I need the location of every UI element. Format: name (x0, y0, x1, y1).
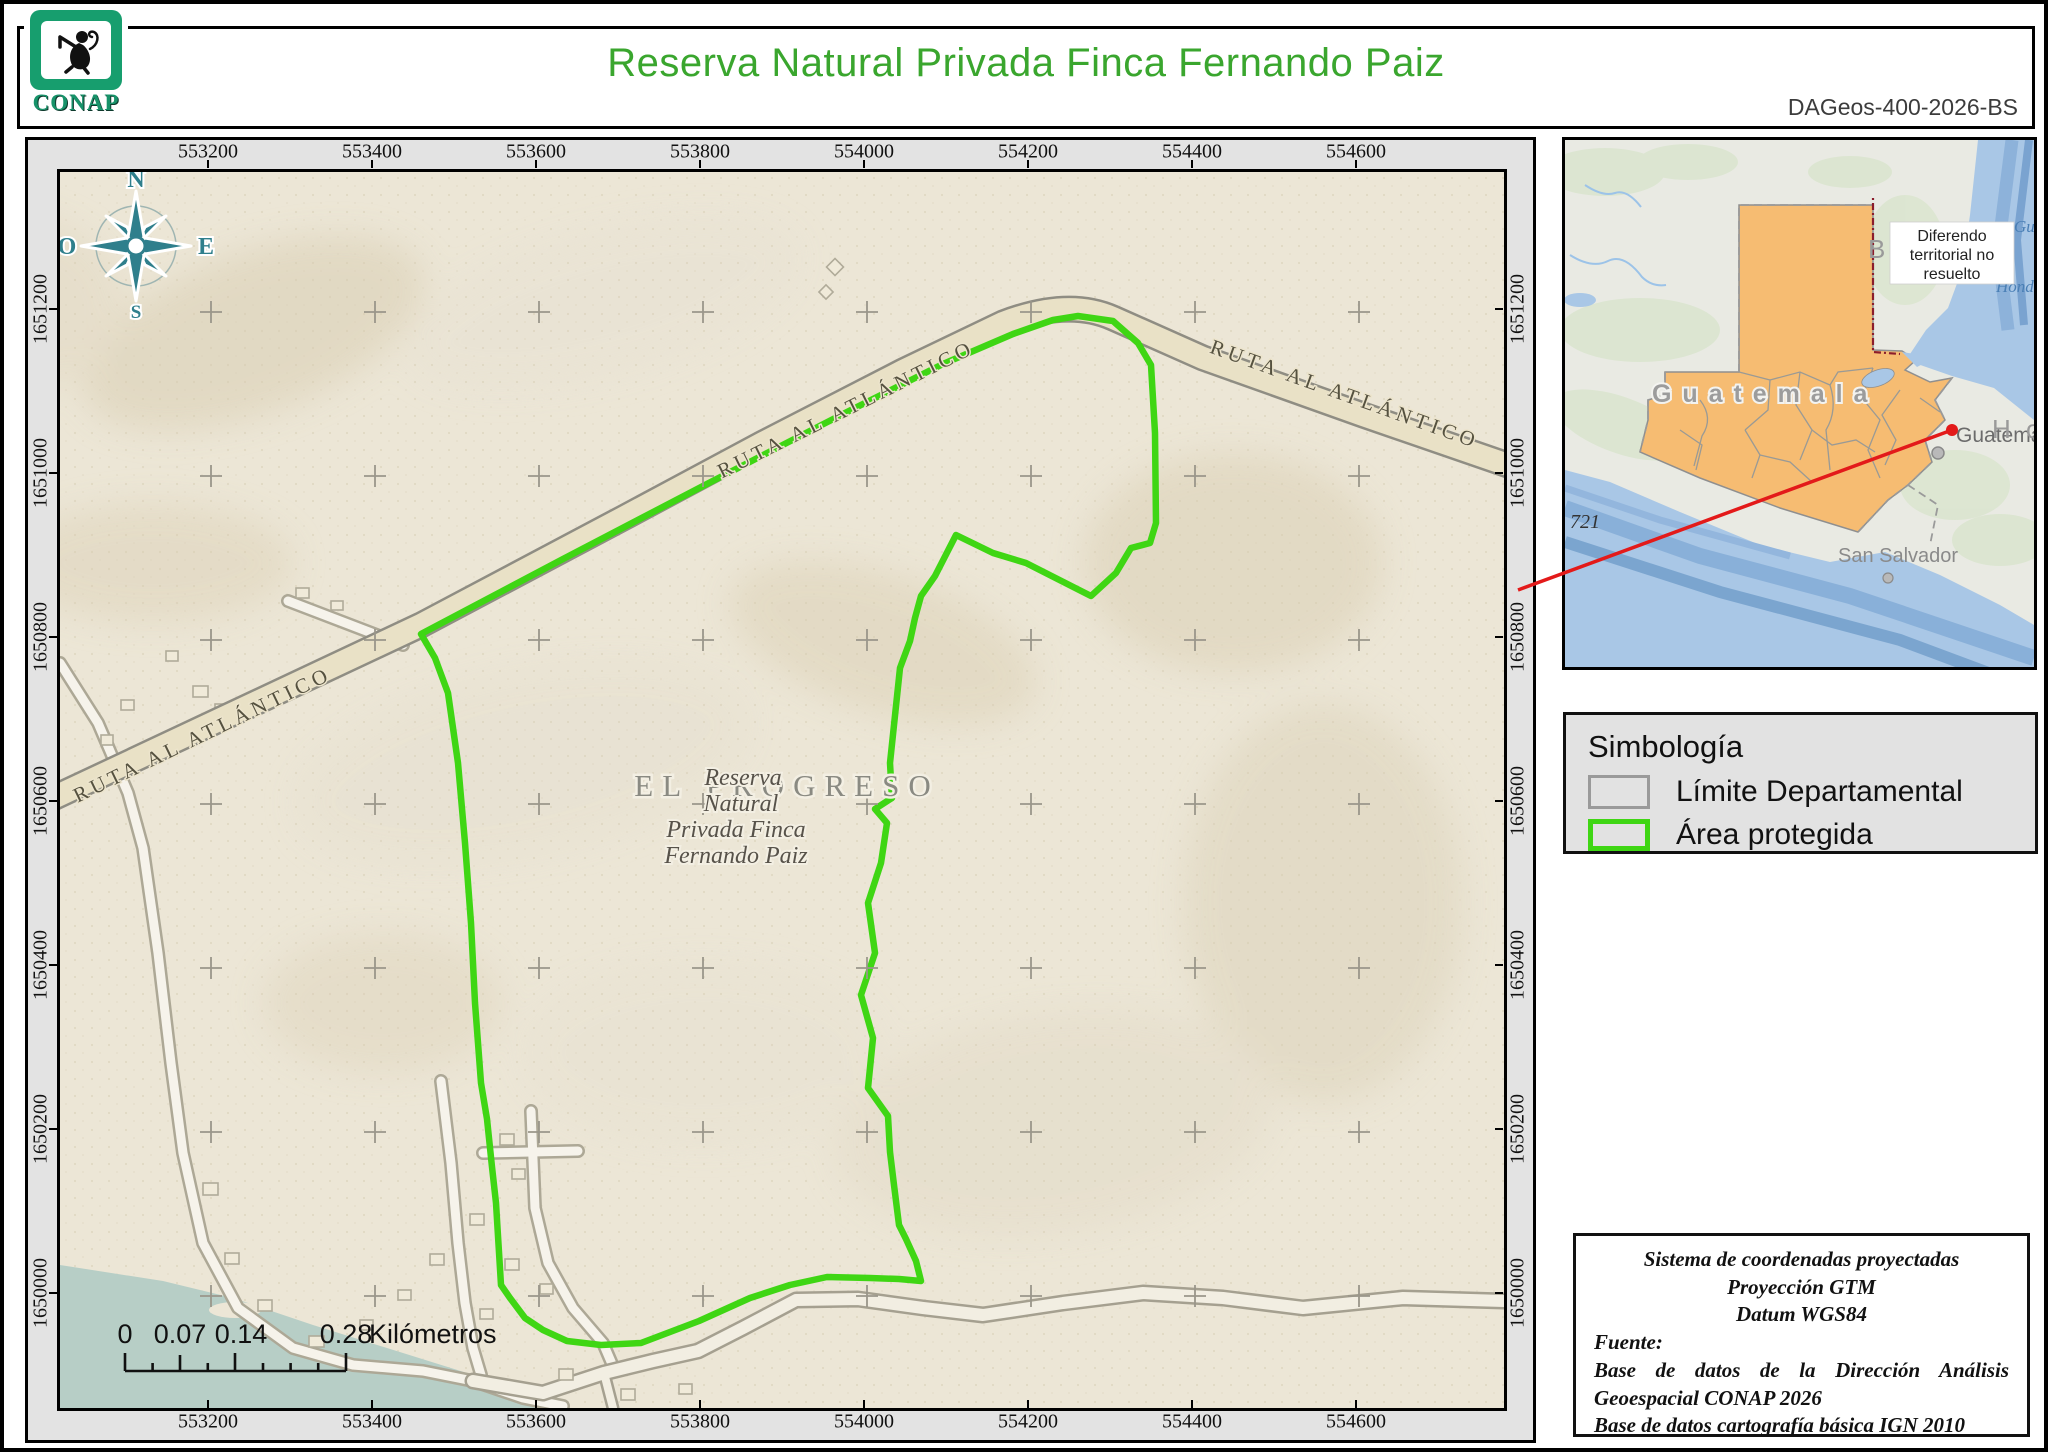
axis-tick (1027, 1400, 1029, 1408)
axis-tick (1191, 1400, 1193, 1408)
axis-tick-label: 553600 (506, 1410, 566, 1433)
sheet-code: DAGeos-400-2026-BS (1787, 94, 2018, 120)
fuente-label: Fuente: (1594, 1330, 1663, 1355)
axis-tick (1495, 636, 1503, 638)
axis-tick-label: 1651000 (1506, 438, 1529, 508)
axis-tick-label: 1650800 (1506, 602, 1529, 672)
crs-line1: Sistema de coordenadas proyectadas (1643, 1247, 1960, 1271)
axis-tick (699, 160, 701, 168)
axis-tick-label: 1650400 (1506, 930, 1529, 1000)
conap-logo-label: CONAP (32, 90, 120, 115)
compass-o: O (60, 234, 76, 260)
dept-boundary-swatch (1588, 775, 1650, 809)
axis-tick-label: 1651200 (1506, 274, 1529, 344)
legend-title: Simbología (1588, 729, 1744, 764)
monkey-icon (30, 10, 122, 90)
axis-tick-label: 553400 (342, 1410, 402, 1433)
axis-tick (1495, 1292, 1503, 1294)
page-title: Reserva Natural Privada Finca Fernando P… (607, 41, 1445, 85)
axis-tick (49, 964, 57, 966)
axis-tick-label: 553200 (178, 1410, 238, 1433)
map-sheet: Reserva Natural Privada Finca Fernando P… (0, 0, 2048, 1452)
conap-logo: CONAP (24, 10, 128, 122)
axis-tick-label: 554000 (834, 1410, 894, 1433)
legend-item-label: Límite Departamental (1676, 775, 1963, 808)
axis-tick (371, 1400, 373, 1408)
callout-line2: territorial no (1910, 247, 1995, 264)
axis-tick-label: 553800 (670, 1410, 730, 1433)
inset-city-dot (1931, 446, 1945, 460)
axis-tick (207, 160, 209, 168)
scale-007: 0.07 (154, 1319, 207, 1349)
inset-callout: Diferendo territorial no resuelto (1889, 221, 2015, 285)
inset-sea-label-1: Gu (2014, 217, 2034, 236)
legend-item-area: Área protegida (1588, 818, 2035, 852)
axis-tick-label: 554600 (1326, 1410, 1386, 1433)
axis-tick (49, 800, 57, 802)
crs-line2: Proyección GTM (1727, 1274, 1876, 1299)
axis-tick (371, 160, 373, 168)
main-map-frame: 0 0.07 0.14 0.28 Kilómetros EL PROGRESO … (25, 137, 1536, 1443)
axis-tick (49, 636, 57, 638)
protected-area-swatch (1588, 819, 1650, 851)
axis-tick (535, 160, 537, 168)
compass-s: S (131, 302, 142, 323)
axis-tick (863, 160, 865, 168)
header: Reserva Natural Privada Finca Fernando P… (17, 26, 2035, 129)
info-box: Sistema de coordenadas proyectadas Proye… (1573, 1233, 2030, 1437)
axis-tick (1495, 964, 1503, 966)
axis-tick (1355, 160, 1357, 168)
axis-tick (1355, 1400, 1357, 1408)
source-line1: Base de datos de la Dirección Análisis G… (1594, 1357, 2009, 1410)
main-map-canvas: 0 0.07 0.14 0.28 Kilómetros EL PROGRESO … (60, 172, 1504, 1408)
scale-028: 0.28 (320, 1319, 373, 1349)
compass-e: E (198, 234, 214, 260)
inset-depth-label: 721 (1570, 511, 1600, 533)
axis-tick (1027, 160, 1029, 168)
legend: Simbología Límite Departamental Área pro… (1563, 712, 2038, 854)
source-line2: Base de datos cartografía básica IGN 201… (1594, 1413, 1965, 1438)
axis-tick (863, 1400, 865, 1408)
reserve-label-line3: Privada Finca (665, 817, 805, 843)
scale-unit: Kilómetros (369, 1319, 497, 1349)
scale-0: 0 (117, 1319, 132, 1349)
axis-tick (49, 1128, 57, 1130)
inset-sansalvador-dot (1882, 572, 1894, 584)
legend-item-limite: Límite Departamental (1588, 775, 2035, 809)
axis-tick (1495, 800, 1503, 802)
axis-tick (49, 308, 57, 310)
axis-tick (1191, 160, 1193, 168)
compass-n: N (127, 172, 145, 193)
inset-honduras-label: H o (1992, 414, 2034, 444)
callout-line3: resuelto (1924, 266, 1981, 283)
inset-map: B Gu Hond G u a t e m a l a Guatemala 72… (1562, 137, 2037, 670)
axis-tick (49, 1292, 57, 1294)
reserve-label-line4: Fernando Paiz (663, 843, 808, 869)
reserve-label-line1: Reserva (703, 765, 781, 791)
axis-tick-label: 554400 (1162, 1410, 1222, 1433)
axis-tick-label: 1650600 (1506, 766, 1529, 836)
callout-line1: Diferendo (1917, 228, 1986, 245)
axis-tick (1495, 1128, 1503, 1130)
axis-tick (1495, 472, 1503, 474)
axis-tick (699, 1400, 701, 1408)
inset-belize-label: B (1868, 234, 1885, 264)
axis-tick (49, 472, 57, 474)
inset-country-label: G u a t e m a l a (1652, 380, 1869, 408)
scale-014: 0.14 (215, 1319, 268, 1349)
axis-tick-label: 554200 (998, 1410, 1058, 1433)
axis-tick (207, 1400, 209, 1408)
town-label: EL PROGRESO (634, 768, 939, 803)
axis-tick-label: 1650000 (1506, 1258, 1529, 1328)
legend-item-label: Área protegida (1676, 818, 1873, 851)
axis-tick-label: 1650200 (1506, 1094, 1529, 1164)
axis-tick (1495, 308, 1503, 310)
inset-canvas: B Gu Hond G u a t e m a l a Guatemala 72… (1565, 140, 2034, 667)
reserve-label-line2: Natural (703, 791, 779, 817)
axis-tick (535, 1400, 537, 1408)
inset-sansalvador-label: San Salvador (1838, 545, 1958, 567)
crs-line3: Datum WGS84 (1736, 1302, 1867, 1327)
main-map: 0 0.07 0.14 0.28 Kilómetros EL PROGRESO … (57, 169, 1507, 1411)
